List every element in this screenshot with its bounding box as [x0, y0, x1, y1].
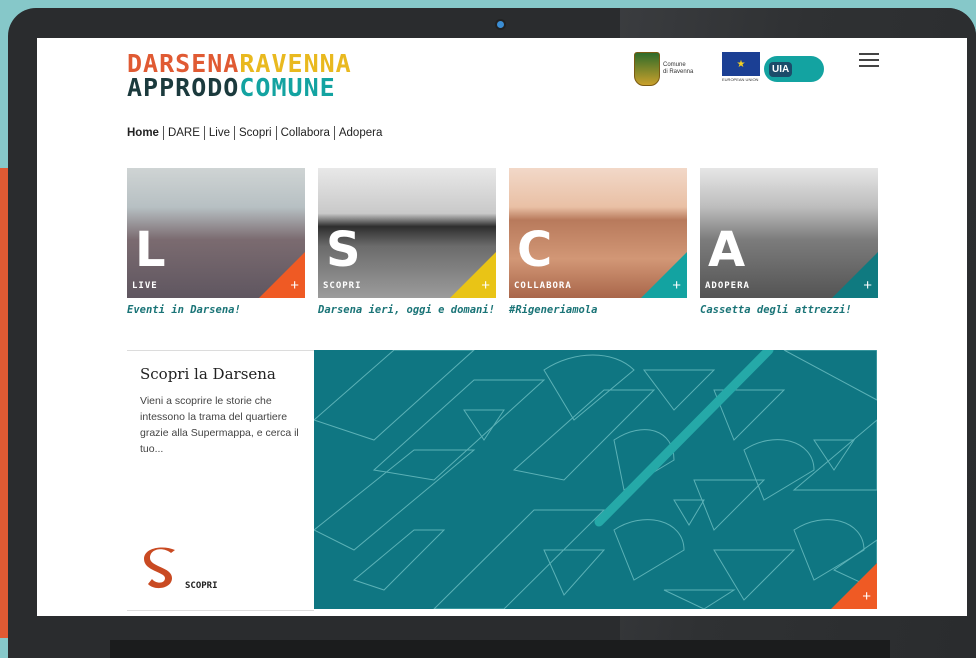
- tile-adopera[interactable]: A ADOPERA +: [700, 168, 878, 298]
- browser-screen: DARSENARAVENNA APPRODOCOMUNE Comune di Ra…: [37, 38, 967, 616]
- supermappa-pattern: [314, 350, 877, 609]
- eu-logo[interactable]: ★ EUROPEAN UNION: [722, 52, 760, 82]
- logo-approdo: APPRODO: [127, 73, 240, 102]
- tile-collabora-letter: C: [517, 222, 553, 278]
- feature-badge-label: SCOPRI: [185, 581, 218, 591]
- main-nav: Home DARE Live Scopri Collabora Adopera: [127, 126, 386, 140]
- scopri-s-icon: [144, 547, 175, 589]
- feature-text: Vieni a scoprire le storie che intessono…: [140, 395, 299, 455]
- nav-scopri[interactable]: Scopri: [235, 126, 277, 140]
- uia-text: UIA: [769, 61, 793, 77]
- feature-title: Scopri la Darsena: [140, 365, 276, 383]
- plus-icon[interactable]: +: [290, 278, 299, 293]
- tile-scopri[interactable]: S SCOPRI +: [318, 168, 496, 298]
- nav-home[interactable]: Home: [127, 126, 164, 140]
- nav-live[interactable]: Live: [205, 126, 236, 140]
- ravenna-text2: di Ravenna: [663, 69, 694, 75]
- nav-dare[interactable]: DARE: [164, 126, 205, 140]
- tile-scopri-caption[interactable]: Darsena ieri, oggi e domani!: [318, 303, 496, 318]
- feature-card[interactable]: Scopri la Darsena Vieni a scoprire le st…: [127, 350, 314, 611]
- tile-scopri-label: SCOPRI: [323, 281, 362, 291]
- comune-ravenna-logo[interactable]: Comune di Ravenna: [634, 52, 693, 86]
- tile-live-label: LIVE: [132, 281, 158, 291]
- plus-icon[interactable]: +: [863, 278, 872, 293]
- logo-comune: COMUNE: [239, 73, 336, 102]
- tile-adopera-caption[interactable]: Cassetta degli attrezzi!: [700, 303, 878, 318]
- eu-text: EUROPEAN UNION: [722, 77, 759, 82]
- ravenna-text1: Comune: [663, 62, 686, 68]
- tile-collabora-caption[interactable]: #Rigeneriamola: [509, 303, 687, 318]
- ravenna-crest-icon: [634, 52, 660, 86]
- tile-adopera-letter: A: [708, 222, 746, 278]
- eu-flag-icon: ★: [722, 52, 760, 76]
- tile-live-letter: L: [135, 222, 166, 278]
- hamburger-icon[interactable]: [859, 53, 879, 69]
- tile-collabora[interactable]: C COLLABORA +: [509, 168, 687, 298]
- tile-collabora-label: COLLABORA: [514, 281, 572, 291]
- tile-live-caption[interactable]: Eventi in Darsena!: [127, 303, 305, 318]
- plus-icon[interactable]: +: [481, 278, 490, 293]
- uia-logo[interactable]: UIA: [764, 56, 824, 82]
- tile-adopera-label: ADOPERA: [705, 281, 750, 291]
- site-logo[interactable]: DARSENARAVENNA APPRODOCOMUNE: [127, 51, 352, 102]
- supermappa-hero[interactable]: +: [314, 350, 877, 609]
- plus-icon[interactable]: +: [862, 589, 871, 604]
- tile-scopri-letter: S: [326, 222, 361, 278]
- nav-adopera[interactable]: Adopera: [335, 126, 386, 140]
- webcam: [497, 21, 504, 28]
- plus-icon[interactable]: +: [672, 278, 681, 293]
- laptop-base: [110, 640, 890, 658]
- nav-collabora[interactable]: Collabora: [277, 126, 335, 140]
- tile-live[interactable]: L LIVE +: [127, 168, 305, 298]
